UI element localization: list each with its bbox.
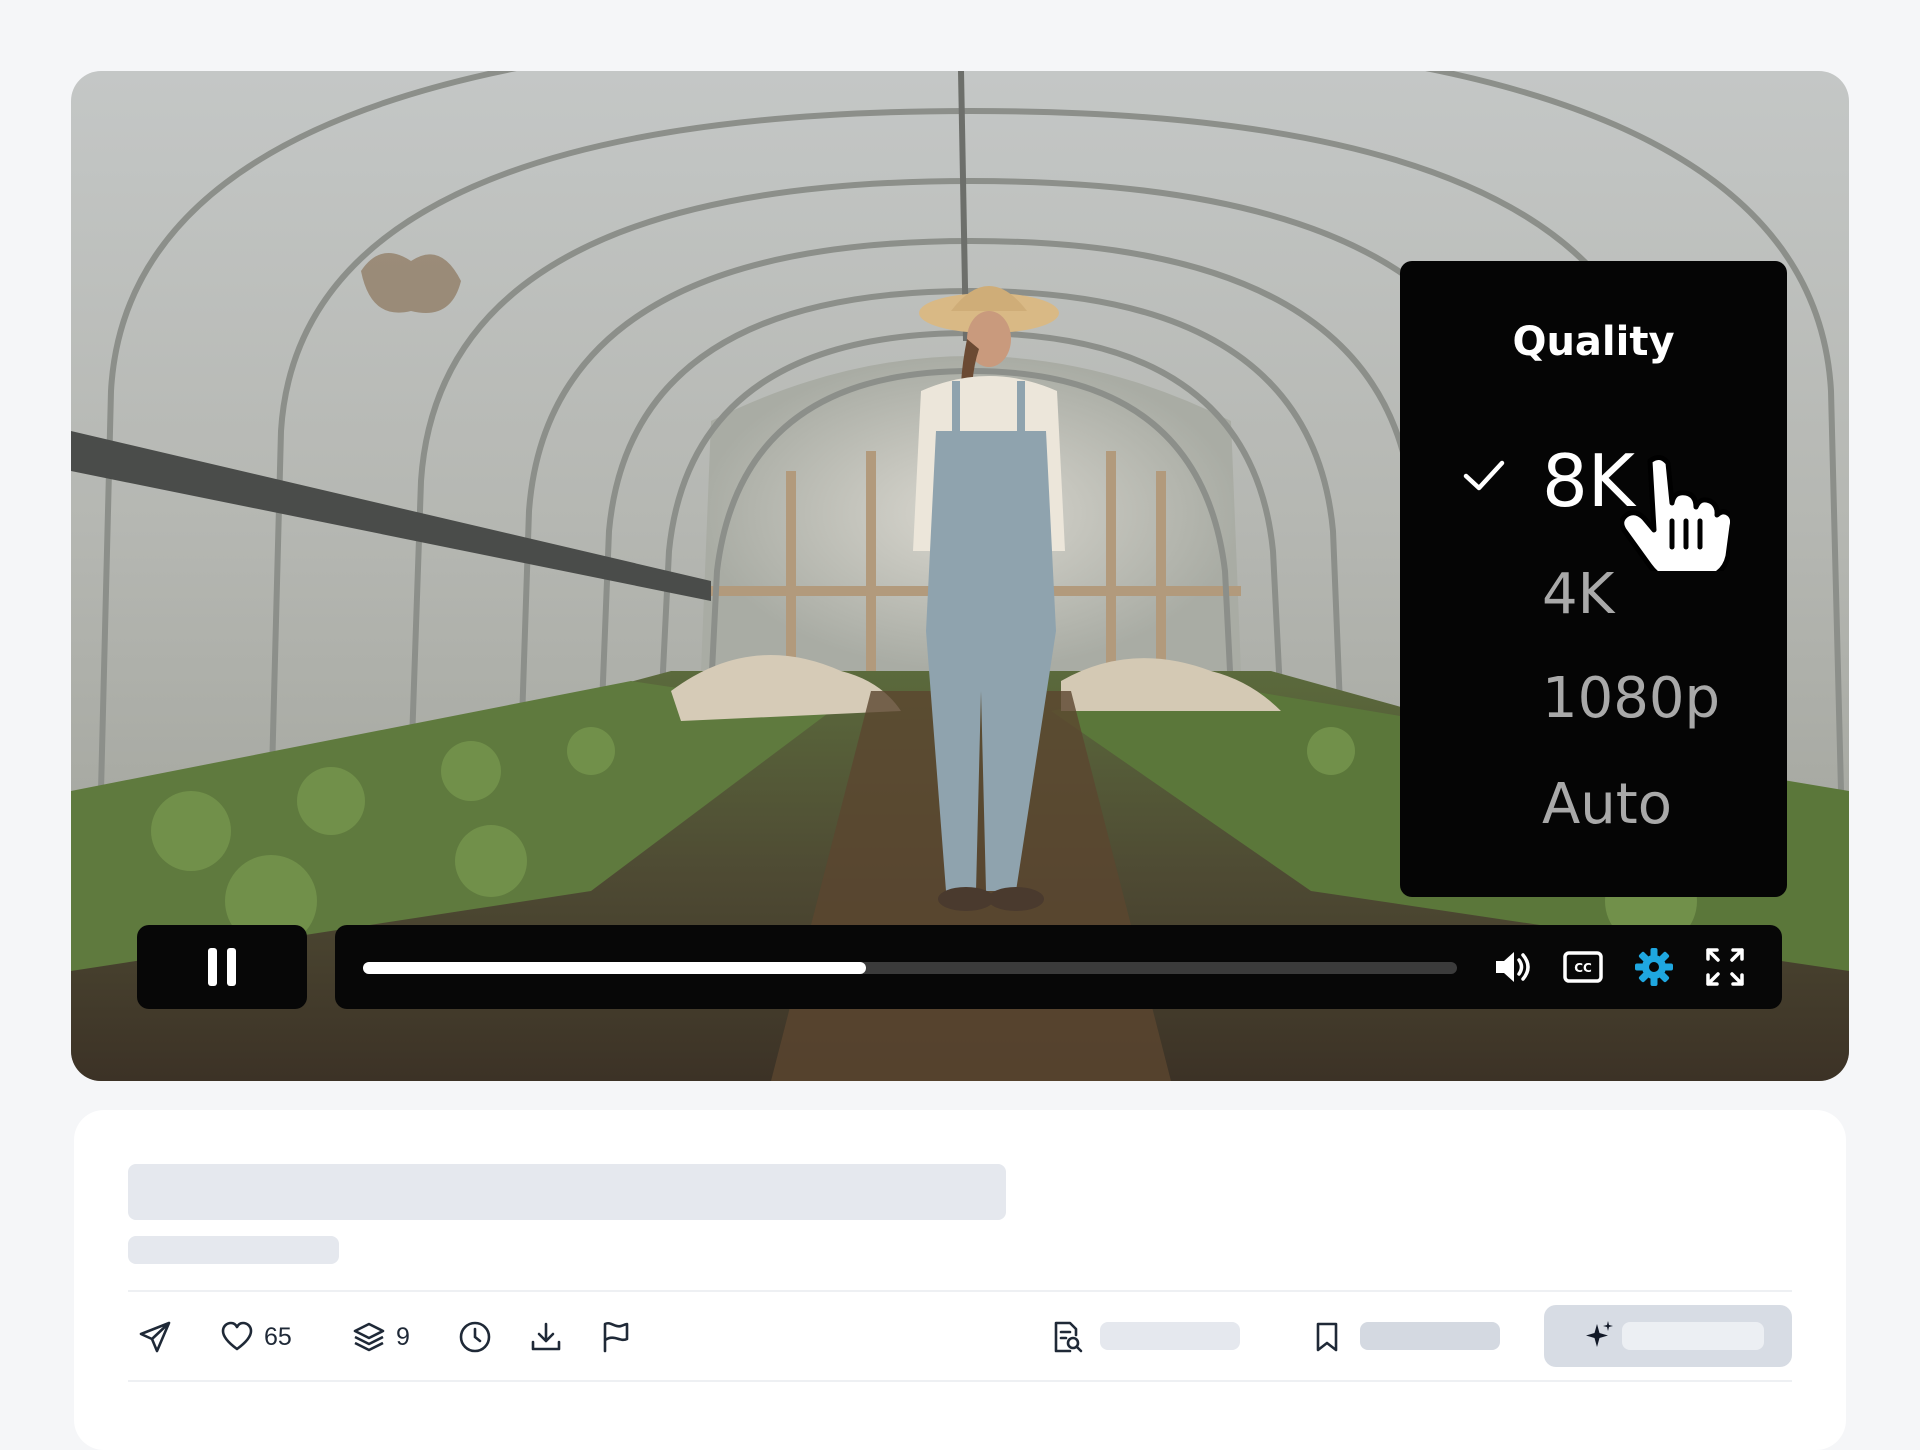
divider-top [128, 1290, 1792, 1292]
subtitle-placeholder [128, 1236, 339, 1264]
collections-button[interactable]: 9 [352, 1315, 410, 1359]
settings-gear-icon [1635, 948, 1673, 986]
settings-button[interactable] [1632, 945, 1676, 989]
fullscreen-button[interactable] [1703, 945, 1747, 989]
quality-option-4k[interactable]: 4K [1542, 567, 1614, 623]
ai-assist-button[interactable] [1544, 1305, 1792, 1367]
save-label-placeholder [1360, 1322, 1500, 1350]
save-button[interactable] [1310, 1315, 1344, 1359]
pause-button[interactable] [137, 925, 307, 1009]
video-info-card: 65 9 [74, 1110, 1846, 1450]
share-button[interactable] [138, 1315, 172, 1359]
like-button[interactable]: 65 [220, 1315, 292, 1359]
report-button[interactable] [599, 1315, 633, 1359]
transcript-button[interactable] [1050, 1315, 1084, 1359]
progress-bar[interactable] [363, 962, 1457, 974]
hand-pointer-cursor-icon [1620, 455, 1730, 571]
divider-bottom [128, 1380, 1792, 1382]
quality-option-1080p[interactable]: 1080p [1542, 671, 1720, 727]
sparkle-icon [1586, 1321, 1613, 1347]
player-control-bar: CC [335, 925, 1782, 1009]
bookmark-icon [1316, 1322, 1338, 1352]
quality-menu: Quality 8K 4K 1080p Auto [1400, 261, 1787, 897]
captions-button[interactable]: CC [1561, 945, 1605, 989]
volume-icon [1496, 952, 1530, 982]
video-player[interactable]: Quality 8K 4K 1080p Auto CC [71, 71, 1849, 1081]
svg-text:CC: CC [1574, 961, 1592, 975]
flag-icon [603, 1322, 629, 1353]
layers-icon [353, 1322, 385, 1352]
clock-icon [459, 1321, 491, 1353]
likes-count: 65 [264, 1322, 292, 1351]
checkmark-icon [1463, 460, 1505, 491]
document-search-icon [1054, 1321, 1083, 1353]
download-icon [531, 1322, 561, 1351]
fullscreen-icon [1706, 948, 1744, 986]
title-placeholder [128, 1164, 1006, 1220]
progress-bar-fill [363, 962, 867, 974]
closed-captions-icon: CC [1563, 951, 1603, 983]
quality-option-auto[interactable]: Auto [1542, 777, 1672, 833]
send-icon [139, 1321, 171, 1353]
collections-count: 9 [396, 1322, 410, 1351]
heart-icon [221, 1321, 253, 1351]
quality-menu-title: Quality [1512, 319, 1675, 365]
ai-assist-label-placeholder [1622, 1322, 1764, 1350]
volume-button[interactable] [1490, 945, 1534, 989]
transcript-label-placeholder [1100, 1322, 1240, 1350]
download-button[interactable] [529, 1315, 563, 1359]
watch-later-button[interactable] [458, 1315, 492, 1359]
pause-icon [208, 948, 217, 986]
